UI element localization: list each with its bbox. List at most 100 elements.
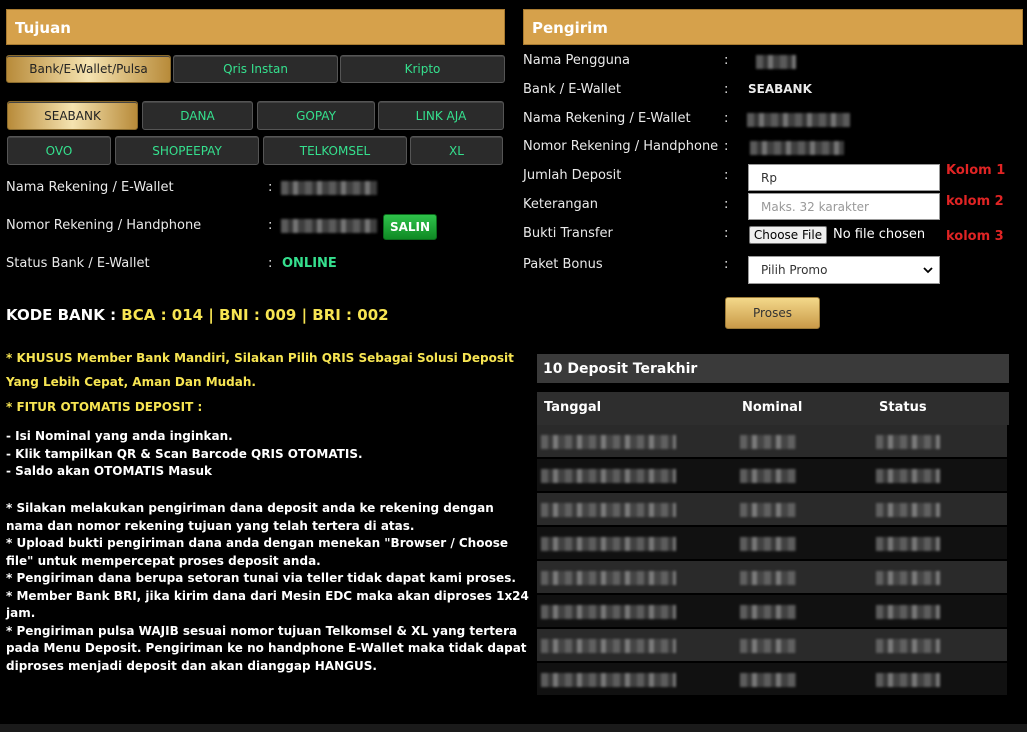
- step-line: - Klik tampilkan QR & Scan Barcode QRIS …: [6, 446, 363, 461]
- col-header-nominal: Nominal: [742, 400, 803, 415]
- status-cell-redacted: [876, 435, 940, 449]
- kolom-3-label: kolom 3: [946, 229, 1004, 244]
- instruction-line: jam.: [6, 606, 36, 620]
- colon: :: [268, 180, 273, 195]
- keterangan-label: Keterangan: [523, 197, 598, 212]
- recent-deposits-title: 10 Deposit Terakhir: [537, 354, 1009, 383]
- instruction-line: * Silakan melakukan pengiriman dana depo…: [6, 501, 494, 515]
- nominal-cell-redacted: [740, 435, 796, 449]
- nama-pengguna-label: Nama Pengguna: [523, 53, 631, 68]
- tanggal-cell-redacted: [541, 537, 676, 551]
- colon: :: [724, 257, 729, 272]
- chevron-down-icon: [923, 266, 933, 273]
- status-cell-redacted: [876, 639, 940, 653]
- bottom-bar: [0, 724, 1027, 732]
- status-cell-redacted: [876, 673, 940, 687]
- bank-gopay-button[interactable]: GOPAY: [257, 101, 375, 130]
- fitur-steps: - Isi Nominal yang anda inginkan. - Klik…: [6, 428, 363, 481]
- paket-bonus-select[interactable]: Pilih Promo: [748, 256, 940, 284]
- status-cell-redacted: [876, 503, 940, 517]
- kolom-2-label: kolom 2: [946, 194, 1004, 209]
- kode-bank-prefix: KODE BANK :: [6, 306, 122, 324]
- colon: :: [724, 226, 729, 241]
- deposit-instructions: * Silakan melakukan pengiriman dana depo…: [6, 500, 529, 675]
- nominal-cell-redacted: [740, 469, 796, 483]
- tab-qris-instan[interactable]: Qris Instan: [173, 55, 338, 83]
- tujuan-nama-value-redacted: [281, 181, 377, 195]
- bank-telkomsel-button[interactable]: TELKOMSEL: [263, 136, 407, 165]
- salin-button[interactable]: SALIN: [383, 214, 437, 240]
- nominal-cell-redacted: [740, 673, 796, 687]
- colon: :: [268, 218, 273, 233]
- colon: :: [724, 139, 729, 154]
- bank-shopeepay-button[interactable]: SHOPEEPAY: [115, 136, 259, 165]
- file-status-text: No file chosen: [833, 227, 926, 242]
- nomor-rekening-label: Nomor Rekening / Handphone: [523, 139, 719, 154]
- bank-ovo-button[interactable]: OVO: [7, 136, 111, 165]
- nominal-cell-redacted: [740, 537, 796, 551]
- instruction-line: * Upload bukti pengiriman dana anda deng…: [6, 536, 508, 550]
- status-cell-redacted: [876, 469, 940, 483]
- colon: :: [724, 53, 729, 68]
- tanggal-cell-redacted: [541, 503, 676, 517]
- bank-xl-button[interactable]: XL: [410, 136, 503, 165]
- step-line: - Isi Nominal yang anda inginkan.: [6, 429, 233, 443]
- tanggal-cell-redacted: [541, 639, 676, 653]
- tab-kripto[interactable]: Kripto: [340, 55, 505, 83]
- status-online-badge: ONLINE: [282, 256, 337, 271]
- instruction-line: pada Menu Deposit. Pengiriman ke no hand…: [6, 641, 527, 655]
- fitur-otomatis-heading: * FITUR OTOMATIS DEPOSIT :: [6, 400, 203, 414]
- tujuan-nomor-label: Nomor Rekening / Handphone: [6, 218, 202, 233]
- nama-rekening-value-redacted: [747, 113, 850, 127]
- tanggal-cell-redacted: [541, 605, 676, 619]
- bank-dana-button[interactable]: DANA: [142, 101, 253, 130]
- colon: :: [724, 111, 729, 126]
- nama-pengguna-value-redacted: [756, 55, 796, 69]
- tujuan-header: Tujuan: [6, 9, 505, 45]
- bank-seabank-button[interactable]: SEABANK: [7, 101, 138, 130]
- instruction-line: * Pengiriman dana berupa setoran tunai v…: [6, 571, 516, 585]
- bank-linkaja-button[interactable]: LINK AJA: [378, 101, 504, 130]
- mandiri-note-line1: * KHUSUS Member Bank Mandiri, Silakan Pi…: [6, 351, 514, 365]
- tanggal-cell-redacted: [541, 435, 676, 449]
- kode-bank-codes: BCA : 014 | BNI : 009 | BRI : 002: [121, 306, 389, 324]
- paket-bonus-selected: Pilih Promo: [761, 263, 828, 277]
- nominal-cell-redacted: [740, 639, 796, 653]
- nominal-cell-redacted: [740, 605, 796, 619]
- colon: :: [724, 197, 729, 212]
- mandiri-note-line2: Yang Lebih Cepat, Aman Dan Mudah.: [6, 375, 256, 389]
- tanggal-cell-redacted: [541, 469, 676, 483]
- keterangan-input[interactable]: Maks. 32 karakter: [748, 193, 940, 220]
- step-line: - Saldo akan OTOMATIS Masuk: [6, 464, 212, 478]
- instruction-line: * Pengiriman pulsa WAJIB sesuai nomor tu…: [6, 623, 518, 638]
- nama-rekening-label: Nama Rekening / E-Wallet: [523, 111, 691, 126]
- tujuan-status-label: Status Bank / E-Wallet: [6, 256, 150, 271]
- tujuan-nama-label: Nama Rekening / E-Wallet: [6, 180, 174, 195]
- col-header-status: Status: [879, 400, 927, 415]
- bukti-transfer-label: Bukti Transfer: [523, 226, 613, 241]
- proses-button[interactable]: Proses: [725, 297, 820, 329]
- jumlah-deposit-input[interactable]: Rp: [748, 164, 940, 191]
- bank-ewallet-label: Bank / E-Wallet: [523, 82, 621, 97]
- choose-file-button[interactable]: Choose File: [749, 226, 827, 244]
- tanggal-cell-redacted: [541, 571, 676, 585]
- instruction-line: file" untuk mempercepat proses deposit a…: [6, 553, 321, 568]
- status-cell-redacted: [876, 571, 940, 585]
- col-header-tanggal: Tanggal: [544, 400, 602, 415]
- paket-bonus-label: Paket Bonus: [523, 257, 603, 272]
- bank-ewallet-value: SEABANK: [748, 82, 812, 96]
- colon: :: [724, 168, 729, 183]
- instruction-line: nama dan nomor rekening tujuan yang tela…: [6, 518, 415, 533]
- status-cell-redacted: [876, 605, 940, 619]
- nominal-cell-redacted: [740, 503, 796, 517]
- colon: :: [268, 256, 273, 271]
- nominal-cell-redacted: [740, 571, 796, 585]
- nomor-rekening-value-redacted: [750, 141, 844, 155]
- tab-bank-ewallet-pulsa[interactable]: Bank/E-Wallet/Pulsa: [6, 55, 171, 83]
- tanggal-cell-redacted: [541, 673, 676, 687]
- colon: :: [724, 82, 729, 97]
- pengirim-header: Pengirim: [523, 9, 1023, 45]
- instruction-line: * Member Bank BRI, jika kirim dana dari …: [6, 588, 529, 603]
- instruction-line: diproses menjadi deposit dan akan diangg…: [6, 658, 377, 673]
- kode-bank: KODE BANK : BCA : 014 | BNI : 009 | BRI …: [6, 306, 389, 324]
